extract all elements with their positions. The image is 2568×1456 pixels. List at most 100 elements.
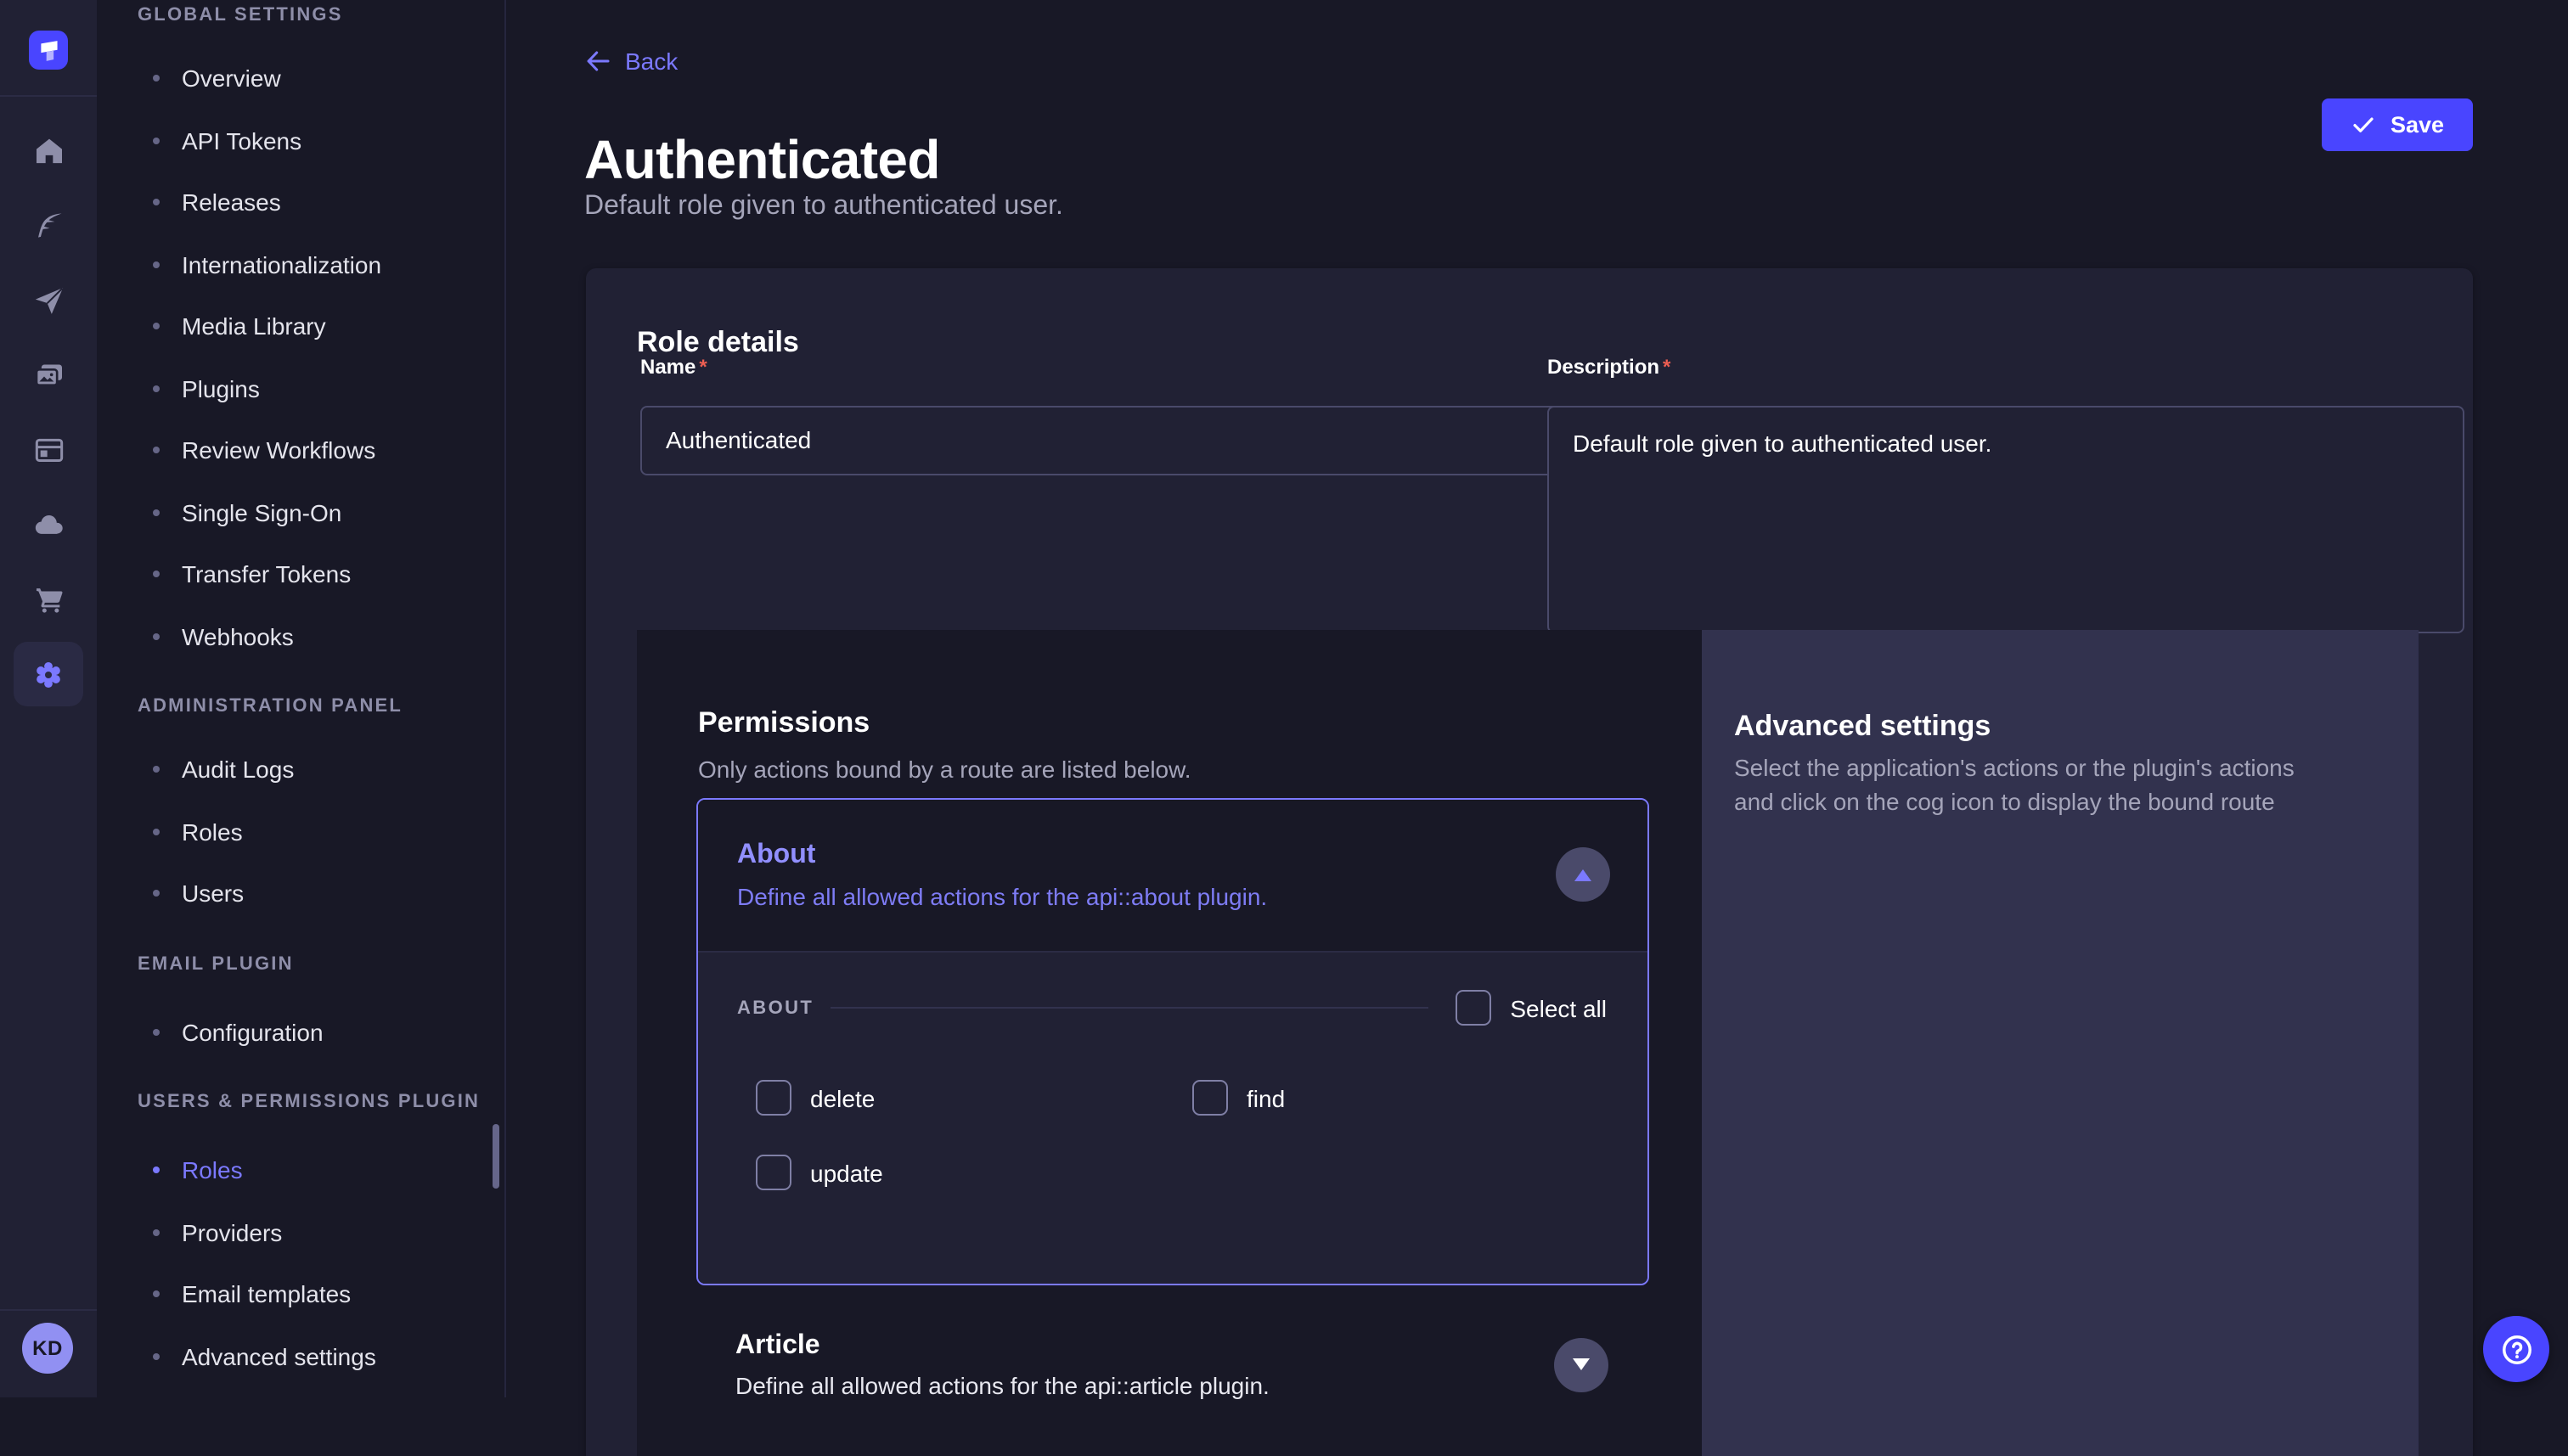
- subnav-item-email-templates[interactable]: Email templates: [97, 1263, 504, 1325]
- subnav-scrollbar[interactable]: [493, 1124, 499, 1189]
- subnav-item-admin-roles[interactable]: Roles: [97, 801, 504, 863]
- content-type-builder-icon[interactable]: [0, 188, 97, 263]
- chevron-down-icon: [1573, 1358, 1590, 1370]
- bullet-icon: [153, 138, 160, 144]
- find-checkbox[interactable]: [1192, 1080, 1228, 1116]
- name-label: Name*: [640, 354, 707, 378]
- permission-update[interactable]: update: [756, 1155, 883, 1189]
- strapi-admin-app: KD GLOBAL SETTINGS Overview API Tokens R…: [0, 0, 2568, 1397]
- question-mark-icon: [2498, 1330, 2535, 1368]
- description-textarea[interactable]: Default role given to authenticated user…: [1547, 405, 2464, 632]
- select-all-row: ABOUT Select all: [737, 991, 1607, 1025]
- subnav-item-media-library[interactable]: Media Library: [97, 295, 504, 357]
- description-label: Description*: [1547, 354, 1670, 378]
- bullet-icon: [153, 509, 160, 516]
- subnav-item-api-tokens[interactable]: API Tokens: [97, 110, 504, 171]
- role-details-card: Role details Name* Description* Default …: [586, 267, 2472, 1456]
- chevron-up-icon: [1574, 869, 1591, 880]
- permissions-heading: Permissions: [698, 706, 870, 739]
- collapse-button[interactable]: [1556, 847, 1610, 902]
- icon-sidebar-nav: [0, 114, 97, 711]
- bullet-icon: [153, 633, 160, 640]
- sidebar-divider-bottom: [0, 1309, 97, 1311]
- arrow-left-icon: [584, 48, 611, 75]
- subnav-item-internationalization[interactable]: Internationalization: [97, 233, 504, 295]
- page-title: Authenticated: [584, 130, 940, 193]
- bullet-icon: [153, 1029, 160, 1036]
- subnav-item-overview[interactable]: Overview: [97, 48, 504, 110]
- bullet-icon: [153, 261, 160, 268]
- subnav-section-email-plugin: EMAIL PLUGIN: [138, 953, 504, 974]
- accordion-about-description: Define all allowed actions for the api::…: [737, 882, 1556, 909]
- subnav-item-webhooks[interactable]: Webhooks: [97, 605, 504, 667]
- required-asterisk: *: [1663, 354, 1670, 378]
- subnav-item-up-roles[interactable]: Roles: [97, 1139, 504, 1201]
- subnav-section-users-permissions-plugin: USERS & PERMISSIONS PLUGIN: [138, 1092, 504, 1112]
- accordion-article-description: Define all allowed actions for the api::…: [735, 1371, 1554, 1398]
- subnav-item-review-workflows[interactable]: Review Workflows: [97, 419, 504, 481]
- bullet-icon: [153, 829, 160, 835]
- user-avatar[interactable]: KD: [22, 1323, 73, 1374]
- accordion-about: About Define all allowed actions for the…: [696, 797, 1649, 1285]
- strapi-logo-icon: [29, 31, 68, 70]
- subnav-section-administration-panel: ADMINISTRATION PANEL: [138, 696, 504, 717]
- subnav-item-releases[interactable]: Releases: [97, 171, 504, 233]
- bullet-icon: [153, 767, 160, 773]
- accordion-article-title: Article: [735, 1330, 1554, 1361]
- bullet-icon: [153, 323, 160, 330]
- bullet-icon: [153, 76, 160, 82]
- subnav-item-configuration[interactable]: Configuration: [97, 1001, 504, 1063]
- bullet-icon: [153, 1167, 160, 1174]
- subnav-list-users-permissions: Roles Providers Email templates Advanced…: [97, 1139, 504, 1387]
- media-library-icon[interactable]: [0, 338, 97, 413]
- back-link[interactable]: Back: [584, 48, 678, 75]
- subnav-list-admin: Audit Logs Roles Users: [97, 739, 504, 925]
- permission-find[interactable]: find: [1192, 1081, 1285, 1115]
- settings-icon[interactable]: [0, 637, 97, 711]
- bullet-icon: [153, 571, 160, 578]
- subnav-list-email: Configuration: [97, 1001, 504, 1063]
- select-all-checkbox[interactable]: [1456, 990, 1491, 1026]
- required-asterisk: *: [699, 354, 707, 378]
- accordion-about-body: ABOUT Select all delete find: [698, 950, 1647, 1283]
- strapi-logo[interactable]: [29, 31, 68, 70]
- expand-button[interactable]: [1554, 1337, 1608, 1391]
- main-content: Back Authenticated Default role given to…: [506, 0, 2568, 1397]
- cloud-icon[interactable]: [0, 487, 97, 562]
- advanced-settings-heading: Advanced settings: [1734, 709, 1991, 743]
- bullet-icon: [153, 385, 160, 392]
- name-input[interactable]: [640, 405, 1574, 475]
- subnav-list-global: Overview API Tokens Releases Internation…: [97, 48, 504, 667]
- bullet-icon: [153, 447, 160, 454]
- advanced-settings-description: Select the application's actions or the …: [1734, 750, 2339, 818]
- subnav-item-providers[interactable]: Providers: [97, 1201, 504, 1263]
- delete-checkbox[interactable]: [756, 1080, 791, 1116]
- page-subtitle: Default role given to authenticated user…: [584, 192, 1063, 222]
- help-button[interactable]: [2483, 1316, 2549, 1382]
- accordion-about-title: About: [737, 840, 1556, 870]
- accordion-article-header[interactable]: Article Define all allowed actions for t…: [696, 1327, 1646, 1402]
- content-manager-icon[interactable]: [0, 413, 97, 487]
- subnav-item-users[interactable]: Users: [97, 863, 504, 925]
- subnav-item-single-sign-on[interactable]: Single Sign-On: [97, 481, 504, 543]
- marketplace-icon[interactable]: [0, 562, 97, 637]
- advanced-settings-panel: Advanced settings Select the application…: [1702, 629, 2419, 1456]
- divider-line: [831, 1007, 1428, 1009]
- update-checkbox[interactable]: [756, 1155, 791, 1190]
- subnav-item-plugins[interactable]: Plugins: [97, 357, 504, 419]
- subnav-item-advanced-settings[interactable]: Advanced settings: [97, 1325, 504, 1387]
- subnav-item-transfer-tokens[interactable]: Transfer Tokens: [97, 543, 504, 605]
- accordion-about-header[interactable]: About Define all allowed actions for the…: [698, 799, 1647, 950]
- permissions-panel: Permissions Only actions bound by a rout…: [637, 629, 1702, 1456]
- about-section-label: ABOUT: [737, 998, 814, 1018]
- bullet-icon: [153, 1291, 160, 1298]
- permissions-subtitle: Only actions bound by a route are listed…: [698, 755, 1191, 782]
- deploy-icon[interactable]: [0, 263, 97, 338]
- home-icon[interactable]: [0, 114, 97, 188]
- subnav-item-audit-logs[interactable]: Audit Logs: [97, 739, 504, 801]
- permission-delete[interactable]: delete: [756, 1081, 875, 1115]
- save-button[interactable]: Save: [2323, 98, 2473, 151]
- sidebar-divider-top: [0, 95, 97, 97]
- check-icon: [2351, 112, 2377, 138]
- bullet-icon: [153, 1353, 160, 1360]
